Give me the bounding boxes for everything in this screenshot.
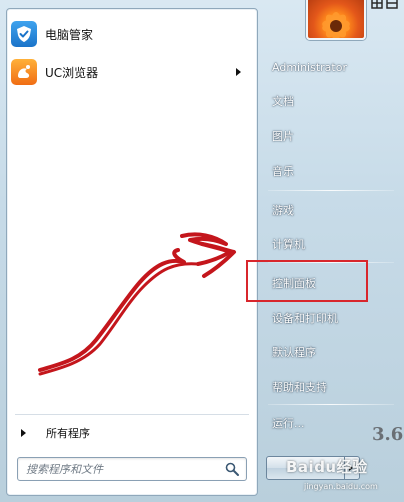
divider bbox=[15, 414, 249, 415]
all-programs-label: 所有程序 bbox=[46, 427, 90, 440]
pinned-item-uc-browser[interactable]: UC浏览器 bbox=[11, 55, 249, 89]
triangle-right-icon bbox=[21, 429, 26, 437]
user-avatar[interactable] bbox=[306, 0, 366, 40]
pinned-item-computer-manager[interactable]: 电脑管家 bbox=[11, 17, 249, 51]
chevron-right-icon[interactable] bbox=[236, 68, 241, 76]
menu-item-label: 默认程序 bbox=[272, 346, 316, 359]
menu-item-label: 图片 bbox=[272, 130, 294, 143]
menu-item-label: 音乐 bbox=[272, 165, 294, 178]
menu-item-computer[interactable]: 计算机 bbox=[264, 231, 394, 257]
menu-item-label: 设备和打印机 bbox=[272, 312, 338, 325]
control-panel-highlight-box bbox=[246, 260, 368, 302]
menu-item-pictures[interactable]: 图片 bbox=[264, 123, 394, 149]
separator bbox=[268, 190, 394, 191]
pinned-item-label: 电脑管家 bbox=[45, 27, 94, 42]
pinned-item-label: UC浏览器 bbox=[45, 65, 99, 80]
separator bbox=[268, 404, 394, 405]
menu-item-label: 计算机 bbox=[272, 238, 305, 251]
menu-item-devices-printers[interactable]: 设备和打印机 bbox=[264, 305, 394, 331]
menu-item-label: 帮助和支持 bbox=[272, 381, 327, 394]
programs-pane: 电脑管家 UC浏览器 所有程序 bbox=[6, 8, 258, 496]
menu-item-label: 运行... bbox=[272, 417, 305, 430]
menu-item-help-support[interactable]: 帮助和支持 bbox=[264, 374, 394, 400]
start-menu: 电脑管家 UC浏览器 所有程序 搜索程序和文件 Administrator 文档… bbox=[0, 0, 404, 502]
search-input[interactable] bbox=[24, 460, 218, 478]
menu-item-label: 文档 bbox=[272, 95, 294, 108]
uc-squirrel-icon bbox=[11, 59, 37, 85]
menu-item-administrator[interactable]: Administrator bbox=[264, 54, 394, 80]
watermark-url: jingyan.baidu.com bbox=[304, 482, 378, 491]
menu-item-music[interactable]: 音乐 bbox=[264, 158, 394, 184]
search-box[interactable] bbox=[17, 457, 247, 481]
menu-item-documents[interactable]: 文档 bbox=[264, 88, 394, 114]
shield-check-icon bbox=[11, 21, 37, 47]
menu-item-games[interactable]: 游戏 bbox=[264, 197, 394, 223]
all-programs-button[interactable]: 所有程序 bbox=[13, 421, 249, 445]
watermark-brand: Baidu经验 bbox=[286, 458, 368, 476]
side-number: 3.6 bbox=[372, 424, 404, 445]
menu-item-label: 游戏 bbox=[272, 204, 294, 217]
menu-item-default-programs[interactable]: 默认程序 bbox=[264, 339, 394, 365]
search-icon[interactable] bbox=[224, 461, 240, 477]
menu-item-label: Administrator bbox=[272, 60, 347, 74]
window-glyph-icon bbox=[370, 0, 400, 16]
